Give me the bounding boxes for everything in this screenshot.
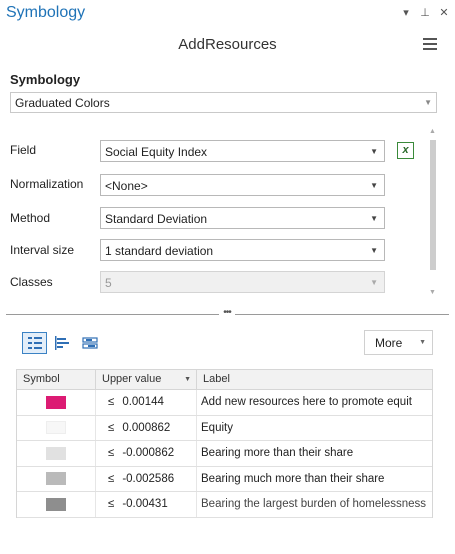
- close-icon[interactable]: ✕: [439, 6, 449, 19]
- chevron-down-icon: ▼: [424, 98, 432, 107]
- pin-icon[interactable]: ⊥: [420, 6, 430, 19]
- column-header-symbol[interactable]: Symbol: [17, 370, 96, 389]
- label-cell[interactable]: Add new resources here to promote equit: [197, 390, 432, 415]
- classes-view-icon[interactable]: [22, 332, 47, 354]
- scrollbar-thumb[interactable]: [430, 140, 436, 270]
- table-header: Symbol Upper value ▼ Label: [17, 370, 432, 390]
- table-row[interactable]: ≤ -0.000862 Bearing more than their share: [17, 441, 432, 467]
- field-value: Social Equity Index: [105, 145, 208, 159]
- method-value: Standard Deviation: [105, 212, 208, 226]
- table-row[interactable]: ≤0.000862 Equity: [17, 415, 432, 441]
- interval-size-select[interactable]: 1 standard deviation ▼: [100, 239, 385, 261]
- label-cell[interactable]: Bearing the largest burden of homelessne…: [197, 492, 432, 517]
- chevron-down-icon: ▼: [370, 181, 378, 190]
- expression-icon[interactable]: x: [397, 142, 414, 159]
- menu-icon[interactable]: [423, 38, 437, 50]
- upper-value-cell[interactable]: ≤0.00144: [96, 390, 197, 415]
- primary-symbology-select[interactable]: Graduated Colors ▼: [10, 92, 437, 113]
- column-header-label[interactable]: Label: [197, 370, 432, 389]
- symbol-swatch[interactable]: [46, 472, 66, 486]
- scales-view-icon[interactable]: [77, 332, 103, 354]
- normalization-select[interactable]: <None> ▼: [100, 174, 385, 196]
- histogram-view-icon[interactable]: [49, 332, 75, 354]
- pane-options-dropdown-icon[interactable]: ▾: [401, 6, 411, 19]
- classes-select: 5 ▼: [100, 271, 385, 293]
- upper-value-cell[interactable]: ≤ -0.00431: [96, 492, 197, 517]
- interval-size-value: 1 standard deviation: [105, 244, 214, 258]
- chevron-down-icon: ▼: [370, 246, 378, 255]
- chevron-down-icon: ▼: [370, 214, 378, 223]
- upper-value-cell[interactable]: ≤ -0.000862: [96, 441, 197, 466]
- normalization-label: Normalization: [10, 177, 84, 191]
- classes-value: 5: [105, 276, 112, 290]
- label-cell[interactable]: Bearing more than their share: [197, 441, 432, 466]
- method-label: Method: [10, 211, 51, 225]
- label-cell[interactable]: Equity: [197, 416, 432, 441]
- upper-value-cell[interactable]: ≤0.000862: [96, 415, 197, 440]
- scroll-up-icon[interactable]: ▲: [429, 128, 436, 135]
- symbol-swatch[interactable]: [46, 395, 66, 409]
- field-label: Field: [10, 143, 37, 157]
- field-select[interactable]: Social Equity Index ▼: [100, 140, 385, 162]
- chevron-down-icon: ▼: [370, 278, 378, 287]
- pane-title: Symbology: [6, 4, 86, 21]
- more-button-label: More: [375, 336, 403, 350]
- column-header-upper-value[interactable]: Upper value ▼: [96, 370, 197, 389]
- table-row[interactable]: ≤ -0.00431 Bearing the largest burden of …: [17, 492, 432, 518]
- method-select[interactable]: Standard Deviation ▼: [100, 207, 385, 229]
- pane-title-bar: Symbology ▾ ⊥ ✕: [0, 0, 455, 30]
- symbol-swatch[interactable]: [46, 446, 66, 460]
- panel-splitter[interactable]: •••: [0, 308, 455, 319]
- table-row[interactable]: ≤ -0.002586 Bearing much more than their …: [17, 466, 432, 492]
- classes-table: Symbol Upper value ▼ Label ≤0.00144 Add …: [16, 369, 433, 518]
- more-button[interactable]: More ▼: [364, 330, 433, 355]
- upper-value-cell[interactable]: ≤ -0.002586: [96, 466, 197, 491]
- splitter-grip-icon[interactable]: •••: [219, 308, 235, 319]
- pane-controls: ▾ ⊥ ✕: [401, 6, 449, 19]
- normalization-value: <None>: [105, 179, 148, 193]
- table-row[interactable]: ≤0.00144 Add new resources here to promo…: [17, 390, 432, 416]
- classes-label: Classes: [10, 275, 53, 289]
- label-cell[interactable]: Bearing much more than their share: [197, 467, 432, 492]
- chevron-down-icon: ▼: [419, 339, 426, 346]
- view-toggle-group: [22, 332, 103, 354]
- layer-name: AddResources: [178, 36, 277, 53]
- primary-symbology-value: Graduated Colors: [15, 96, 110, 110]
- settings-scrollbar[interactable]: ▲ ▼: [428, 128, 438, 296]
- symbol-swatch[interactable]: [46, 421, 66, 435]
- interval-size-label: Interval size: [10, 243, 75, 257]
- chevron-down-icon: ▼: [370, 147, 378, 156]
- scroll-down-icon[interactable]: ▼: [429, 289, 436, 296]
- symbol-swatch[interactable]: [46, 497, 66, 511]
- sort-caret-icon: ▼: [184, 376, 191, 383]
- symbology-section-label: Symbology: [10, 72, 81, 87]
